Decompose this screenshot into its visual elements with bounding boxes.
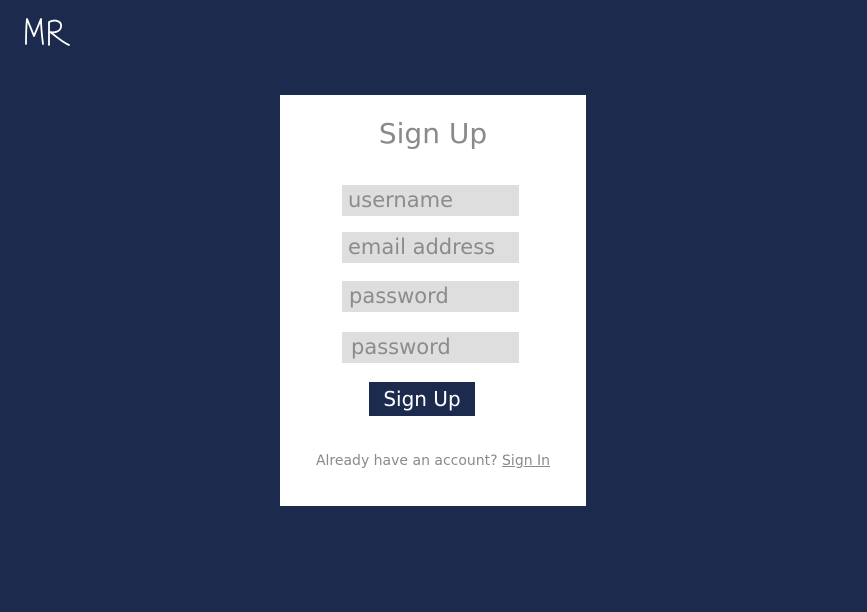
logo — [22, 14, 74, 52]
signup-card: Sign Up Sign Up Already have an account?… — [280, 95, 586, 506]
confirm-password-field[interactable] — [342, 332, 519, 363]
signin-prompt: Already have an account? Sign In — [280, 453, 586, 469]
email-field[interactable] — [342, 232, 519, 263]
logo-mr-signature — [25, 18, 70, 46]
username-field[interactable] — [342, 185, 519, 216]
signup-button[interactable]: Sign Up — [369, 382, 475, 416]
password-field[interactable] — [342, 281, 519, 312]
signin-link[interactable]: Sign In — [502, 453, 550, 469]
page-title: Sign Up — [378, 117, 488, 150]
signin-prompt-text: Already have an account? — [315, 453, 498, 469]
